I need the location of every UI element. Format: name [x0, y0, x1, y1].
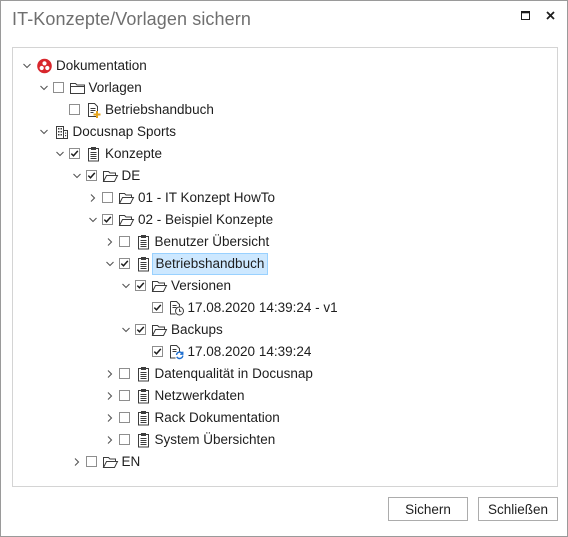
backup-restore-icon — [168, 344, 185, 360]
tree-checkbox[interactable] — [69, 148, 80, 159]
tree-node-label[interactable]: Vorlagen — [89, 77, 142, 99]
tree-checkbox[interactable] — [135, 324, 146, 335]
tree-row[interactable]: Versionen — [13, 275, 557, 297]
tree-node-label[interactable]: 01 - IT Konzept HowTo — [138, 187, 275, 209]
tree-row[interactable]: 17.08.2020 14:39:24 - v1 — [13, 297, 557, 319]
tree-row[interactable]: Konzepte — [13, 143, 557, 165]
tree-checkbox[interactable] — [69, 104, 80, 115]
tree-row[interactable]: Netzwerkdaten — [13, 385, 557, 407]
tree-checkbox[interactable] — [118, 390, 130, 401]
tree-checkbox[interactable] — [151, 302, 163, 313]
folder-open-icon — [102, 454, 119, 470]
chevron-right-icon[interactable] — [87, 187, 99, 209]
tree-node-label[interactable]: 17.08.2020 14:39:24 — [188, 341, 312, 363]
tree-node-label[interactable]: Docusnap Sports — [73, 121, 177, 143]
chevron-down-icon[interactable] — [38, 77, 50, 99]
tree-node-label[interactable]: Datenqualität in Docusnap — [155, 363, 313, 385]
tree-node-label[interactable]: Benutzer Übersicht — [155, 231, 270, 253]
tree-row[interactable]: 01 - IT Konzept HowTo — [13, 187, 557, 209]
tree-checkbox[interactable] — [118, 434, 130, 445]
chevron-down-icon[interactable] — [54, 143, 66, 165]
chevron-down-icon[interactable] — [120, 275, 132, 297]
close-icon — [546, 11, 555, 20]
tree-node-label[interactable]: System Übersichten — [155, 429, 276, 451]
tree-node-label[interactable]: Rack Dokumentation — [155, 407, 280, 429]
close-button[interactable] — [541, 6, 561, 26]
tree-node-label[interactable]: Netzwerkdaten — [155, 385, 245, 407]
maximize-icon — [521, 11, 530, 20]
tree-checkbox[interactable] — [52, 82, 64, 93]
maximize-button[interactable] — [516, 6, 536, 26]
docunsap-logo-icon — [36, 58, 53, 74]
clipboard-icon — [135, 432, 152, 448]
folder-open-icon — [118, 190, 135, 206]
tree-node-label[interactable]: Betriebshandbuch — [151, 253, 269, 275]
tree-checkbox[interactable] — [118, 236, 130, 247]
tree-row[interactable]: Vorlagen — [13, 77, 557, 99]
tree-row[interactable]: Benutzer Übersicht — [13, 231, 557, 253]
chevron-right-icon[interactable] — [71, 451, 83, 473]
clipboard-icon — [135, 366, 152, 382]
tree-node-label[interactable]: 02 - Beispiel Konzepte — [138, 209, 273, 231]
tree-row[interactable]: Betriebshandbuch — [13, 253, 557, 275]
tree-node-label[interactable]: EN — [122, 451, 141, 473]
tree-checkbox[interactable] — [102, 192, 113, 203]
tree-row[interactable]: Rack Dokumentation — [13, 407, 557, 429]
tree-row[interactable]: Dokumentation — [13, 55, 557, 77]
chevron-down-icon[interactable] — [71, 165, 83, 187]
clipboard-icon — [85, 146, 102, 162]
version-clock-icon — [168, 300, 185, 316]
tree-node-label[interactable]: Konzepte — [105, 143, 162, 165]
chevron-right-icon[interactable] — [104, 407, 116, 429]
clipboard-icon — [135, 234, 152, 250]
folder-open-icon — [118, 212, 135, 228]
chevron-down-icon[interactable] — [104, 253, 116, 275]
tree-checkbox[interactable] — [151, 346, 163, 357]
tree-row[interactable]: Backups — [13, 319, 557, 341]
clipboard-icon — [135, 388, 152, 404]
chevron-right-icon[interactable] — [104, 363, 116, 385]
save-button[interactable]: Sichern — [388, 497, 468, 521]
tree-row[interactable]: EN — [13, 451, 557, 473]
tree-checkbox[interactable] — [85, 456, 97, 467]
chevron-right-icon[interactable] — [104, 231, 116, 253]
dialog-window: IT-Konzepte/Vorlagen sichern Dokumentati… — [0, 0, 568, 537]
clipboard-icon — [135, 256, 152, 272]
close-dialog-button[interactable]: Schließen — [478, 497, 558, 521]
chevron-down-icon[interactable] — [120, 319, 132, 341]
tree-row[interactable]: DE — [13, 165, 557, 187]
tree-row[interactable]: Betriebshandbuch — [13, 99, 557, 121]
chevron-right-icon[interactable] — [104, 385, 116, 407]
folder-open-icon — [151, 278, 168, 294]
tree-row[interactable]: 02 - Beispiel Konzepte — [13, 209, 557, 231]
tree-checkbox[interactable] — [118, 258, 130, 269]
chevron-right-icon[interactable] — [104, 429, 116, 451]
tree-view[interactable]: Dokumentation Vorlagen Betriebshandbuch Doc… — [12, 47, 558, 487]
tree-row[interactable]: Docusnap Sports — [13, 121, 557, 143]
tree-checkbox[interactable] — [118, 412, 130, 423]
tree-row[interactable]: System Übersichten — [13, 429, 557, 451]
tree-row[interactable]: Datenqualität in Docusnap — [13, 363, 557, 385]
chevron-down-icon[interactable] — [21, 55, 33, 77]
dialog-title: IT-Konzepte/Vorlagen sichern — [12, 9, 251, 29]
tree-checkbox[interactable] — [102, 214, 113, 225]
template-document-icon — [85, 102, 102, 118]
tree-node-label[interactable]: 17.08.2020 14:39:24 - v1 — [188, 297, 338, 319]
tree-node-label[interactable]: Betriebshandbuch — [105, 99, 214, 121]
tree-checkbox[interactable] — [85, 170, 97, 181]
tree-node-label[interactable]: DE — [122, 165, 141, 187]
tree-checkbox[interactable] — [135, 280, 146, 291]
tree-row[interactable]: 17.08.2020 14:39:24 — [13, 341, 557, 363]
tree-node-label[interactable]: Versionen — [171, 275, 231, 297]
tree-node-label[interactable]: Backups — [171, 319, 223, 341]
clipboard-icon — [135, 410, 152, 426]
tree-node-label[interactable]: Dokumentation — [56, 55, 147, 77]
folder-icon — [69, 80, 86, 96]
tree-checkbox[interactable] — [118, 368, 130, 379]
chevron-down-icon[interactable] — [87, 209, 99, 231]
chevron-down-icon[interactable] — [38, 121, 50, 143]
folder-open-icon — [102, 168, 119, 184]
folder-open-icon — [151, 322, 168, 338]
building-icon — [53, 124, 70, 140]
